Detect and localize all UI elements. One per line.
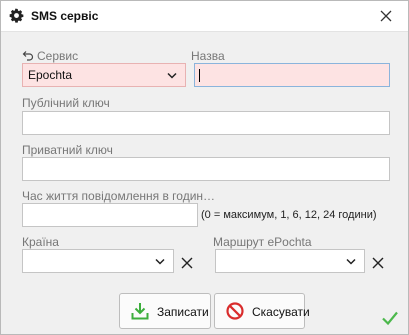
- title-bar: SMS сервіс: [1, 1, 408, 32]
- cancel-button[interactable]: Скасувати: [214, 293, 310, 329]
- text-caret: [199, 69, 200, 82]
- ttl-field[interactable]: [22, 203, 198, 227]
- dialog-title: SMS сервіс: [31, 9, 99, 23]
- close-icon[interactable]: [378, 8, 394, 24]
- clear-route-icon[interactable]: [372, 257, 384, 269]
- chevron-down-icon: [346, 258, 356, 265]
- private-key-label: Приватний ключ: [22, 143, 113, 157]
- private-key-field[interactable]: [22, 157, 390, 181]
- ttl-hint: (0 = максимум, 1, 6, 12, 24 години): [201, 209, 377, 221]
- route-label: Маршрут ePochta: [213, 235, 312, 249]
- save-button[interactable]: Записати: [119, 293, 211, 329]
- gear-icon: [9, 8, 24, 23]
- ttl-label: Час життя повідомлення в годин…: [22, 189, 216, 203]
- back-arrow-icon[interactable]: [22, 50, 34, 62]
- name-field[interactable]: [194, 63, 390, 87]
- public-key-label: Публічний ключ: [22, 96, 110, 110]
- clear-country-icon[interactable]: [181, 257, 193, 269]
- chevron-down-icon: [155, 258, 165, 265]
- save-button-label: Записати: [157, 305, 209, 319]
- service-label: Сервис: [37, 49, 79, 63]
- chevron-down-icon: [167, 72, 177, 79]
- public-key-field[interactable]: [22, 111, 390, 135]
- download-save-icon: [131, 303, 149, 320]
- sms-service-dialog: SMS сервіс Сервис Epochta Назва Публічни…: [0, 0, 409, 335]
- route-select[interactable]: [215, 249, 365, 273]
- cancel-button-label: Скасувати: [252, 305, 310, 319]
- name-label: Назва: [191, 49, 225, 63]
- service-select[interactable]: Epochta: [22, 63, 186, 87]
- country-select[interactable]: [22, 249, 174, 273]
- checkmark-icon: [382, 311, 398, 326]
- service-value: Epochta: [28, 68, 73, 82]
- country-label: Країна: [22, 235, 59, 249]
- no-entry-icon: [226, 302, 244, 320]
